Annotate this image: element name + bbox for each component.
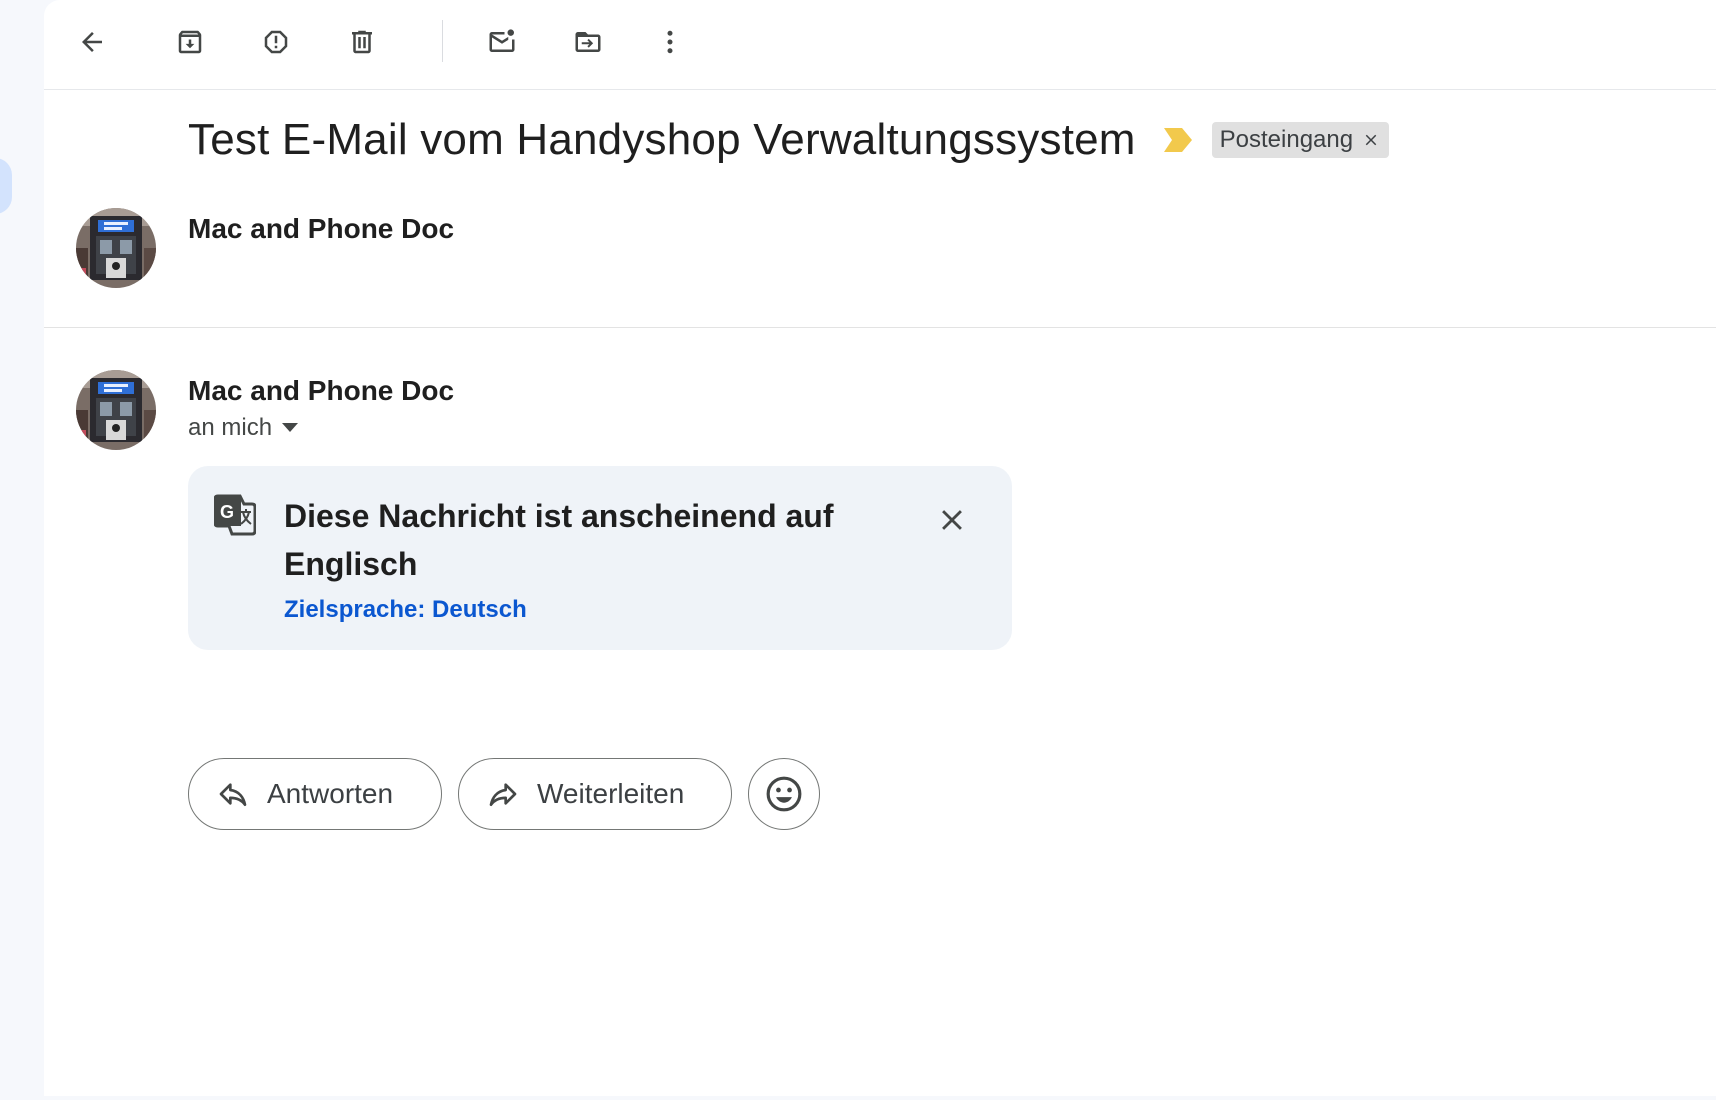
back-button[interactable] xyxy=(70,20,114,64)
thread-toolbar xyxy=(44,0,1716,90)
sender-photo xyxy=(76,208,156,288)
report-spam-icon xyxy=(264,30,288,54)
smiley-icon xyxy=(766,776,802,812)
mark-unread-button[interactable] xyxy=(480,20,524,64)
caret-down-icon xyxy=(282,423,299,432)
recipient-text: an mich xyxy=(188,414,273,441)
sender-name[interactable]: Mac and Phone Doc xyxy=(188,375,454,407)
move-to-button[interactable] xyxy=(566,20,610,64)
nav-active-pill[interactable] xyxy=(0,158,12,214)
reply-label: Antworten xyxy=(267,778,394,809)
move-to-icon xyxy=(575,32,601,52)
close-icon xyxy=(942,510,962,530)
recipient-details-toggle[interactable]: an mich xyxy=(188,414,299,442)
more-vert-icon xyxy=(667,30,673,54)
label-chip-text: Posteingang xyxy=(1219,126,1354,153)
translate-banner: G Diese Nachricht ist anscheinend auf En… xyxy=(188,466,1012,650)
avatar[interactable] xyxy=(76,208,156,288)
target-language-link[interactable]: Zielsprache: Deutsch xyxy=(284,596,527,624)
svg-text:G: G xyxy=(220,502,234,522)
reply-icon xyxy=(219,783,247,806)
delete-icon xyxy=(352,30,372,54)
delete-button[interactable] xyxy=(340,20,384,64)
reply-button[interactable]: Antworten xyxy=(188,758,442,830)
emoji-reaction-button[interactable] xyxy=(748,758,820,830)
avatar[interactable] xyxy=(76,370,156,450)
forward-button[interactable]: Weiterleiten xyxy=(458,758,732,830)
left-rail xyxy=(0,0,44,1100)
translate-banner-title: Diese Nachricht ist anscheinend auf Engl… xyxy=(284,498,834,582)
mark-unread-icon xyxy=(489,29,515,52)
subject-row: Test E-Mail vom Handyshop Verwaltungssys… xyxy=(188,110,1390,170)
sender-name[interactable]: Mac and Phone Doc xyxy=(188,213,454,245)
importance-marker-icon[interactable] xyxy=(1163,128,1192,152)
message-divider xyxy=(44,327,1716,328)
dismiss-translate-button[interactable] xyxy=(928,496,976,544)
archive-icon xyxy=(178,30,202,54)
label-chip-inbox: Posteingang xyxy=(1211,122,1390,158)
arrow-back-icon xyxy=(82,32,102,52)
forward-label: Weiterleiten xyxy=(537,778,685,809)
thread-subject: Test E-Mail vom Handyshop Verwaltungssys… xyxy=(188,115,1136,164)
sender-photo xyxy=(76,370,156,450)
forward-icon xyxy=(489,783,517,806)
message-pane: Test E-Mail vom Handyshop Verwaltungssys… xyxy=(44,0,1716,1096)
report-spam-button[interactable] xyxy=(254,20,298,64)
toolbar-separator xyxy=(442,20,443,62)
archive-button[interactable] xyxy=(168,20,212,64)
close-icon xyxy=(1365,134,1377,146)
remove-label-button[interactable] xyxy=(1359,128,1383,152)
more-options-button[interactable] xyxy=(648,20,692,64)
translate-icon: G xyxy=(214,494,256,536)
